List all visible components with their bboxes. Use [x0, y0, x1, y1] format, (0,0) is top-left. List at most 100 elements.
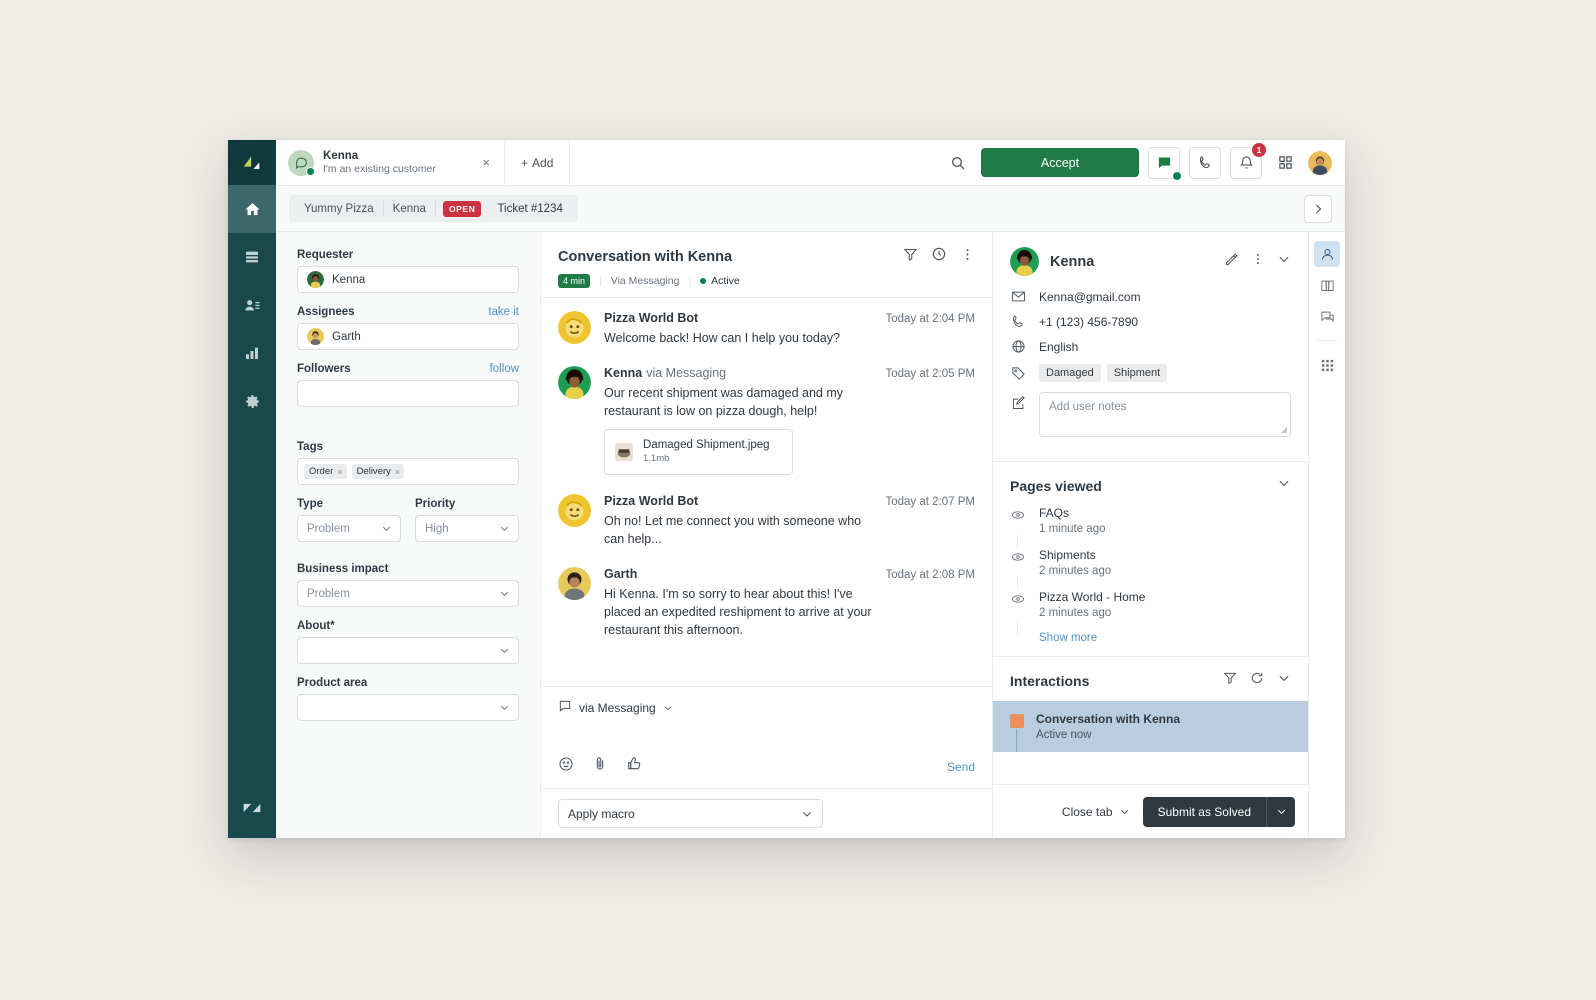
- tags-field-head: Tags: [297, 441, 519, 453]
- search-icon[interactable]: [944, 149, 972, 177]
- message-time: Today at 2:05 PM: [885, 368, 976, 381]
- close-icon[interactable]: ×: [478, 156, 494, 169]
- show-more-link[interactable]: Show more: [1010, 632, 1291, 644]
- bot-avatar: [558, 493, 591, 527]
- composer-input[interactable]: [558, 716, 975, 756]
- phone-icon[interactable]: [1189, 146, 1221, 179]
- list-item[interactable]: FAQs 1 minute ago: [1010, 506, 1291, 550]
- breadcrumb-requester[interactable]: Kenna: [384, 203, 435, 215]
- user-panel-icon[interactable]: [1314, 241, 1340, 267]
- resize-handle-icon[interactable]: ◢: [1281, 425, 1287, 434]
- zendesk-mark-bottom[interactable]: [228, 778, 276, 838]
- send-button[interactable]: Send: [947, 760, 975, 774]
- phone-icon: [1010, 314, 1026, 329]
- page-time: 2 minutes ago: [1039, 607, 1112, 619]
- submit-as-solved-button[interactable]: Submit as Solved: [1142, 796, 1266, 827]
- more-vertical-icon[interactable]: [960, 247, 975, 267]
- attachment-item[interactable]: Damaged Shipment.jpeg 1.1mb: [604, 429, 793, 475]
- product-area-select[interactable]: [297, 694, 519, 721]
- filter-icon[interactable]: [1223, 671, 1237, 690]
- sidebar-item-customers[interactable]: [228, 281, 276, 329]
- chevron-down-icon[interactable]: [1277, 671, 1291, 690]
- apps-grid-icon[interactable]: [1314, 352, 1340, 378]
- assignees-input[interactable]: Garth: [297, 323, 519, 350]
- business-impact-head: Business impact: [297, 563, 519, 575]
- bot-avatar: [558, 311, 591, 344]
- accept-button[interactable]: Accept: [981, 148, 1139, 177]
- user-notes-input[interactable]: Add user notes ◢: [1039, 392, 1291, 437]
- tag-chip[interactable]: Order ×: [304, 464, 347, 479]
- apply-macro-select[interactable]: Apply macro: [558, 799, 823, 828]
- eye-icon: [1010, 590, 1025, 619]
- message-time: Today at 2:04 PM: [885, 313, 976, 325]
- follow-link[interactable]: follow: [490, 363, 519, 375]
- close-icon[interactable]: ×: [395, 467, 400, 477]
- requester-input[interactable]: Kenna: [297, 266, 519, 293]
- history-icon[interactable]: [931, 246, 947, 267]
- type-priority-row: Type Problem Priority High: [297, 498, 519, 542]
- conversation-status: Active: [700, 275, 740, 287]
- customer-phone-row: +1 (123) 456-7890: [1010, 314, 1291, 329]
- tab-kenna[interactable]: Kenna I'm an existing customer ×: [276, 140, 505, 185]
- refresh-icon[interactable]: [1250, 671, 1264, 690]
- knowledge-icon[interactable]: [1314, 272, 1340, 298]
- customer-language-row: English: [1010, 339, 1291, 354]
- chevron-right-icon[interactable]: [1304, 194, 1332, 223]
- customer-tags-row: Damaged Shipment: [1010, 364, 1291, 382]
- page-name: Pizza World - Home: [1039, 590, 1146, 604]
- avatar[interactable]: [1308, 150, 1332, 175]
- sidebar-item-admin[interactable]: [228, 377, 276, 425]
- composer-toolbar: Send: [558, 756, 975, 788]
- list-item[interactable]: Shipments 2 minutes ago: [1010, 548, 1291, 592]
- composer-channel-label: via Messaging: [579, 700, 656, 715]
- breadcrumb-org[interactable]: Yummy Pizza: [295, 203, 383, 215]
- attachment-info: Damaged Shipment.jpeg 1.1mb: [643, 438, 770, 465]
- zendesk-logo[interactable]: [228, 140, 276, 185]
- list-item[interactable]: Pizza World - Home 2 minutes ago: [1010, 590, 1291, 634]
- composer-channel-select[interactable]: via Messaging: [558, 699, 975, 716]
- thumbs-up-icon[interactable]: [626, 756, 642, 777]
- type-select[interactable]: Problem: [297, 515, 401, 542]
- close-icon[interactable]: ×: [337, 467, 342, 477]
- pages-viewed-header: Pages viewed: [993, 462, 1308, 506]
- interactions-header: Interactions: [993, 657, 1308, 701]
- apps-grid-icon[interactable]: [1271, 149, 1299, 177]
- chevron-down-icon[interactable]: [1277, 252, 1291, 271]
- about-field: About*: [297, 620, 519, 664]
- context-app-rail: [1308, 232, 1345, 838]
- sidebar-item-home[interactable]: [228, 185, 276, 233]
- close-tab-button[interactable]: Close tab: [1062, 805, 1130, 819]
- attachment-thumbnail: [615, 443, 633, 462]
- message-header: Kenna via Messaging Today at 2:05 PM: [604, 366, 975, 380]
- customer-card: Kenna Kenna@gmail.com +1 (123) 456-7890 …: [993, 232, 1308, 462]
- bell-icon[interactable]: 1: [1230, 142, 1266, 179]
- tab-title: Kenna: [323, 149, 359, 162]
- add-tab-button[interactable]: + Add: [505, 140, 571, 185]
- notes-icon: [1010, 392, 1026, 411]
- attachment-icon[interactable]: [592, 756, 608, 777]
- garth-avatar: [558, 566, 591, 600]
- sidebar-item-reporting[interactable]: [228, 329, 276, 377]
- interaction-item[interactable]: Conversation with Kenna Active now: [993, 701, 1308, 752]
- filter-icon[interactable]: [903, 247, 918, 267]
- tags-input[interactable]: Order × Delivery ×: [297, 458, 519, 485]
- priority-select[interactable]: High: [415, 515, 519, 542]
- chevron-down-icon[interactable]: [1277, 476, 1291, 495]
- tag-chip[interactable]: Delivery ×: [351, 464, 405, 479]
- conversations-icon[interactable]: [1314, 303, 1340, 329]
- submit-options-button[interactable]: [1266, 796, 1295, 827]
- chat-icon[interactable]: [1148, 146, 1182, 181]
- more-vertical-icon[interactable]: [1251, 252, 1265, 271]
- followers-input[interactable]: [297, 380, 519, 407]
- interactions-icons: [1223, 671, 1291, 690]
- message-header: Pizza World Bot Today at 2:04 PM: [604, 311, 975, 325]
- business-impact-select[interactable]: Problem: [297, 580, 519, 607]
- emoji-icon[interactable]: [558, 756, 574, 777]
- sidebar-item-views[interactable]: [228, 233, 276, 281]
- message-via: via Messaging: [646, 366, 727, 381]
- type-label: Type: [297, 498, 323, 510]
- about-select[interactable]: [297, 637, 519, 664]
- pencil-icon[interactable]: [1224, 252, 1239, 272]
- take-it-link[interactable]: take it: [488, 306, 519, 318]
